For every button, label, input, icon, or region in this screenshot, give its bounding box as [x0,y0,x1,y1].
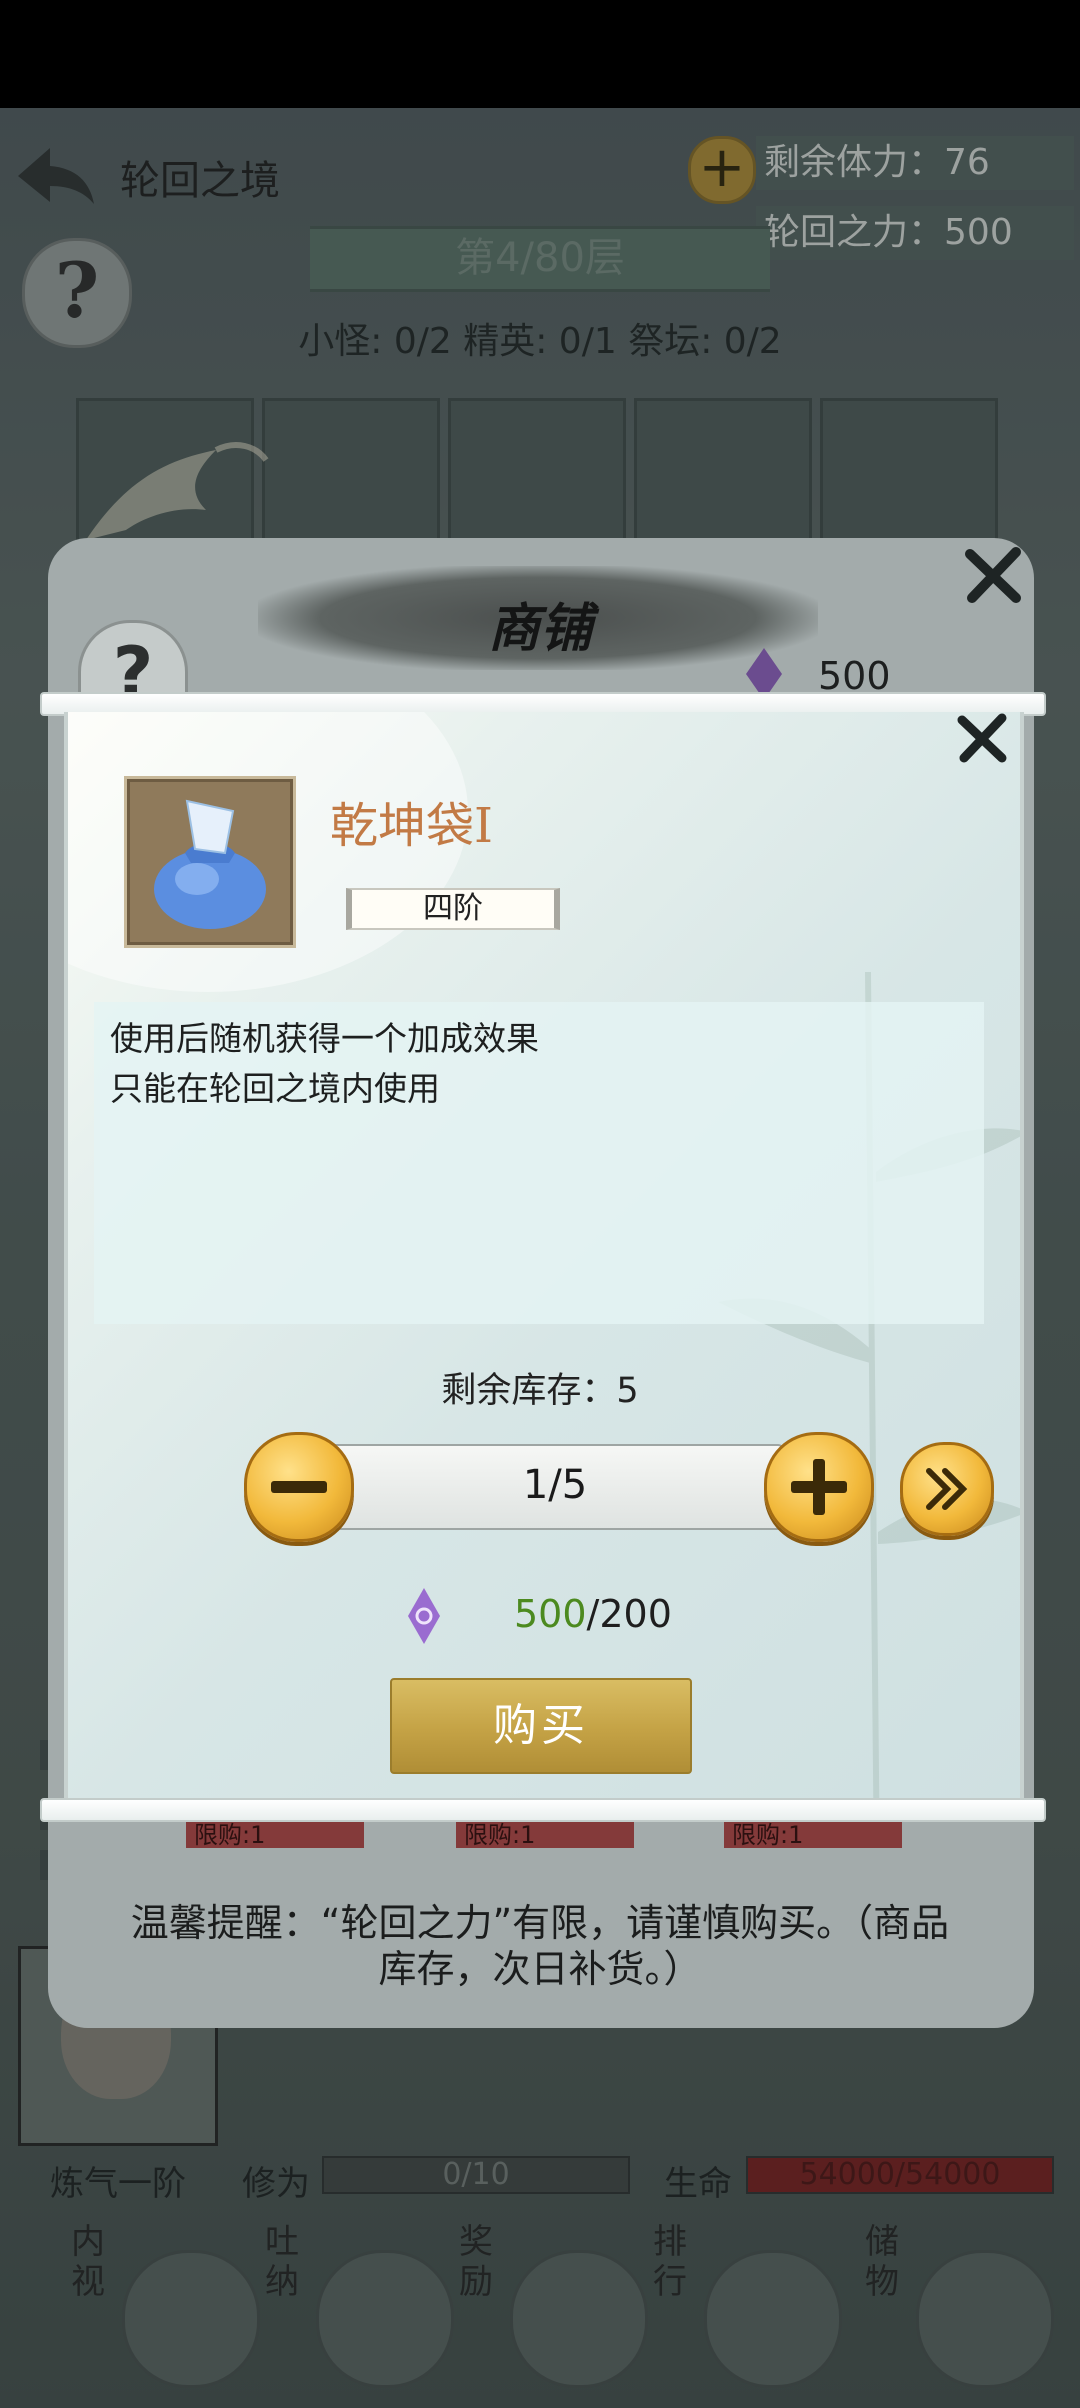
purchase-limit: 限购:1 [456,1822,634,1848]
shop-close-icon[interactable] [958,540,1028,610]
description-line: 只能在轮回之境内使用 [110,1069,440,1108]
minus-icon [271,1481,327,1493]
cosmic-bag-icon [154,799,266,929]
item-description-box: 使用后随机获得一个加成效果 只能在轮回之境内使用 [94,1002,984,1324]
decrease-quantity-button[interactable] [244,1432,354,1542]
quantity-value: 1/5 [522,1462,588,1508]
shop-title: 商铺 [487,598,592,659]
shop-reminder: 温馨提醒：“轮回之力”有限，请谨慎购买。（商品 库存，次日补货。） [80,1900,1000,1992]
remaining-stock: 剩余库存：5 [330,1362,750,1413]
description-line: 使用后随机获得一个加成效果 [110,1019,539,1058]
purple-gem-icon [408,1588,440,1644]
item-tier-badge: 四阶 [346,888,560,930]
plus-icon [791,1459,847,1515]
purchase-limit: 限购:1 [186,1822,364,1848]
price-cost: /200 [586,1592,672,1636]
item-name: 乾坤袋I [330,798,493,854]
stock-label: 剩余库存： [441,1371,617,1411]
max-quantity-button[interactable] [900,1442,994,1536]
purchase-limit: 限购:1 [724,1822,902,1848]
dialog-close-icon[interactable] [952,708,1012,768]
double-chevron-right-icon [926,1468,968,1510]
reminder-line: 温馨提醒：“轮回之力”有限，请谨慎购买。（商品 [130,1901,950,1945]
buy-button[interactable]: 购买 [390,1678,692,1774]
price-owned: 500 [514,1592,587,1636]
increase-quantity-button[interactable] [764,1432,874,1542]
scroll-rod-bottom [40,1798,1046,1822]
item-icon-frame [124,776,296,948]
price-display: 500/200 [514,1592,672,1636]
stock-value: 5 [616,1371,639,1411]
reminder-line: 库存，次日补货。） [378,1947,702,1991]
